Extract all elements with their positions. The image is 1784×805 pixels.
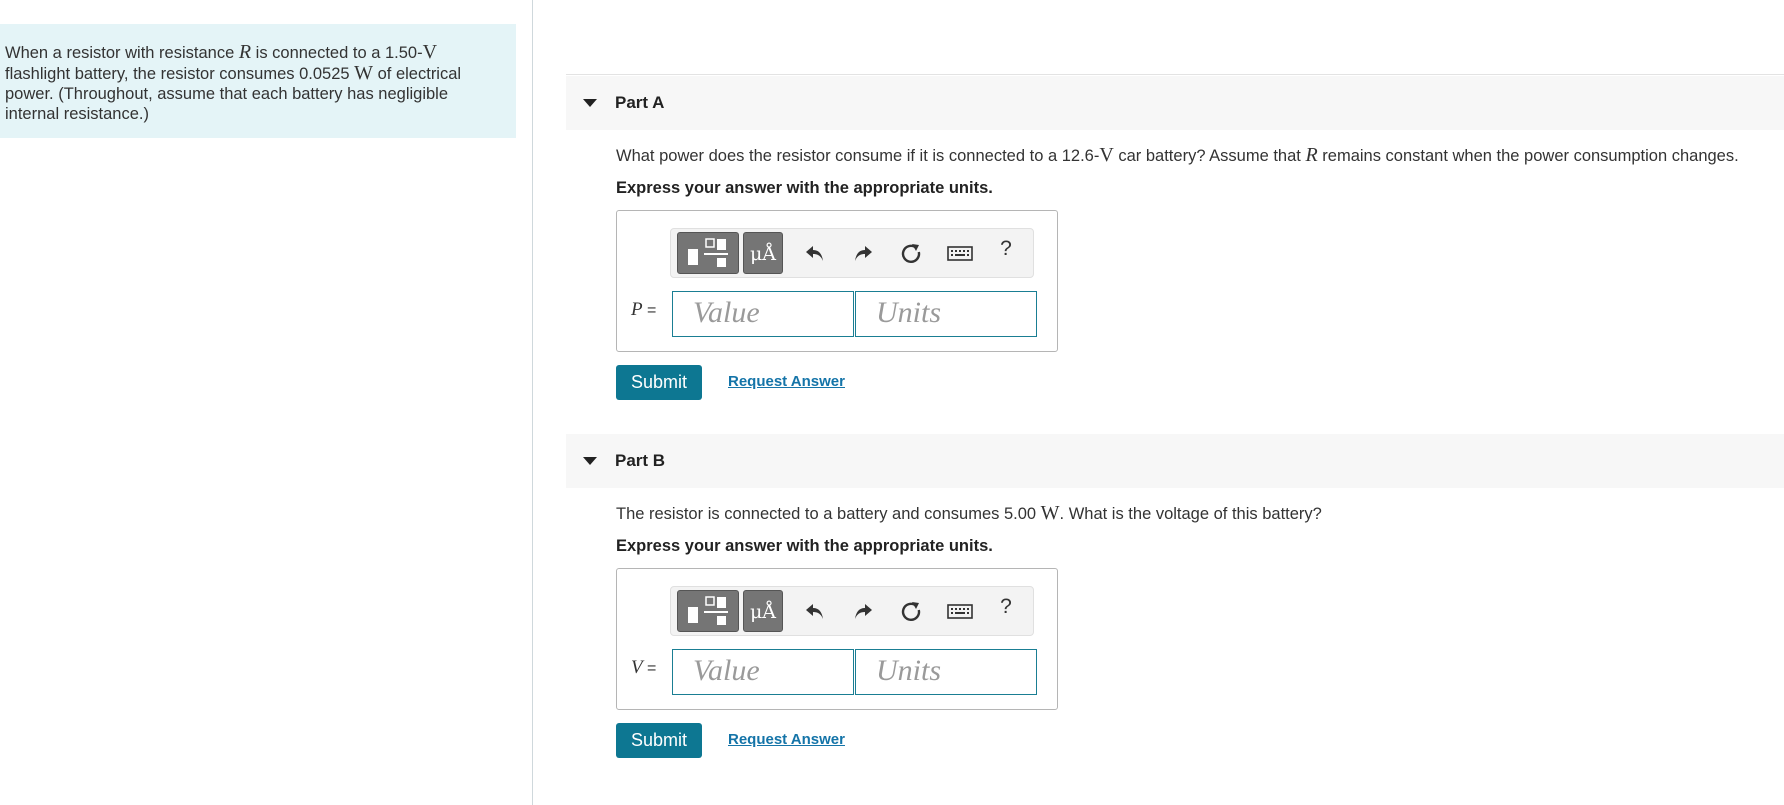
variable-symbol: P	[631, 299, 643, 320]
undo-icon[interactable]	[803, 241, 827, 265]
request-answer-link[interactable]: Request Answer	[728, 731, 845, 748]
part-b-title: Part B	[615, 451, 666, 470]
watt-unit: W	[354, 62, 374, 84]
templates-icon[interactable]	[677, 590, 739, 632]
help-icon[interactable]: ?	[996, 595, 1016, 619]
templates-icon[interactable]	[677, 232, 739, 274]
part-a-instruction: Express your answer with the appropriate…	[616, 179, 993, 197]
part-b-instruction: Express your answer with the appropriate…	[616, 537, 993, 555]
question-text: remains constant when the power consumpt…	[1317, 147, 1739, 165]
units-icon[interactable]: μÅ	[743, 590, 783, 632]
question-text: car battery? Assume that	[1113, 147, 1306, 165]
variable-symbol: V	[631, 657, 643, 678]
undo-icon[interactable]	[803, 599, 827, 623]
collapse-caret-icon[interactable]	[583, 457, 597, 465]
value-input[interactable]: Value	[672, 291, 854, 337]
value-input[interactable]: Value	[672, 649, 854, 695]
help-icon[interactable]: ?	[996, 237, 1016, 261]
part-a-title: Part A	[615, 93, 665, 112]
keyboard-icon[interactable]	[947, 241, 973, 265]
equals-sign: =	[642, 660, 657, 677]
keyboard-icon[interactable]	[947, 599, 973, 623]
request-answer-link[interactable]: Request Answer	[728, 373, 845, 390]
volt-unit: V	[422, 41, 438, 63]
question-text: The resistor is connected to a battery a…	[616, 505, 1041, 523]
variable-label: V =	[631, 657, 656, 679]
part-b-answer-box: μÅ ? V = Value Units	[616, 568, 1058, 710]
part-b-header[interactable]: Part B	[566, 434, 1784, 488]
watt-unit: W	[1040, 502, 1060, 524]
part-a-question: What power does the resistor consume if …	[616, 144, 1739, 167]
units-icon[interactable]: μÅ	[743, 232, 783, 274]
submit-button[interactable]: Submit	[616, 365, 702, 400]
problem-statement: When a resistor with resistance R is con…	[0, 24, 516, 138]
resistance-symbol: R	[1305, 144, 1318, 166]
units-input[interactable]: Units	[855, 291, 1037, 337]
reset-icon[interactable]	[899, 241, 923, 265]
section-rule	[566, 74, 1784, 75]
redo-icon[interactable]	[851, 599, 875, 623]
math-toolbar: μÅ ?	[670, 586, 1034, 636]
redo-icon[interactable]	[851, 241, 875, 265]
part-a-header[interactable]: Part A	[566, 76, 1784, 130]
part-a-answer-box: μÅ ? P = Value Units	[616, 210, 1058, 352]
problem-text: flashlight battery, the resistor consume…	[5, 65, 355, 83]
question-text: . What is the voltage of this battery?	[1059, 505, 1322, 523]
volt-unit: V	[1099, 144, 1114, 166]
units-input[interactable]: Units	[855, 649, 1037, 695]
resistance-symbol: R	[238, 41, 252, 63]
problem-text: is connected to a 1.50-	[251, 44, 423, 62]
question-text: What power does the resistor consume if …	[616, 147, 1100, 165]
problem-text: When a resistor with resistance	[5, 44, 239, 62]
submit-button[interactable]: Submit	[616, 723, 702, 758]
collapse-caret-icon[interactable]	[583, 99, 597, 107]
reset-icon[interactable]	[899, 599, 923, 623]
part-b-question: The resistor is connected to a battery a…	[616, 502, 1322, 525]
equals-sign: =	[642, 302, 657, 319]
variable-label: P =	[631, 299, 656, 321]
math-toolbar: μÅ ?	[670, 228, 1034, 278]
panel-divider	[532, 0, 533, 805]
